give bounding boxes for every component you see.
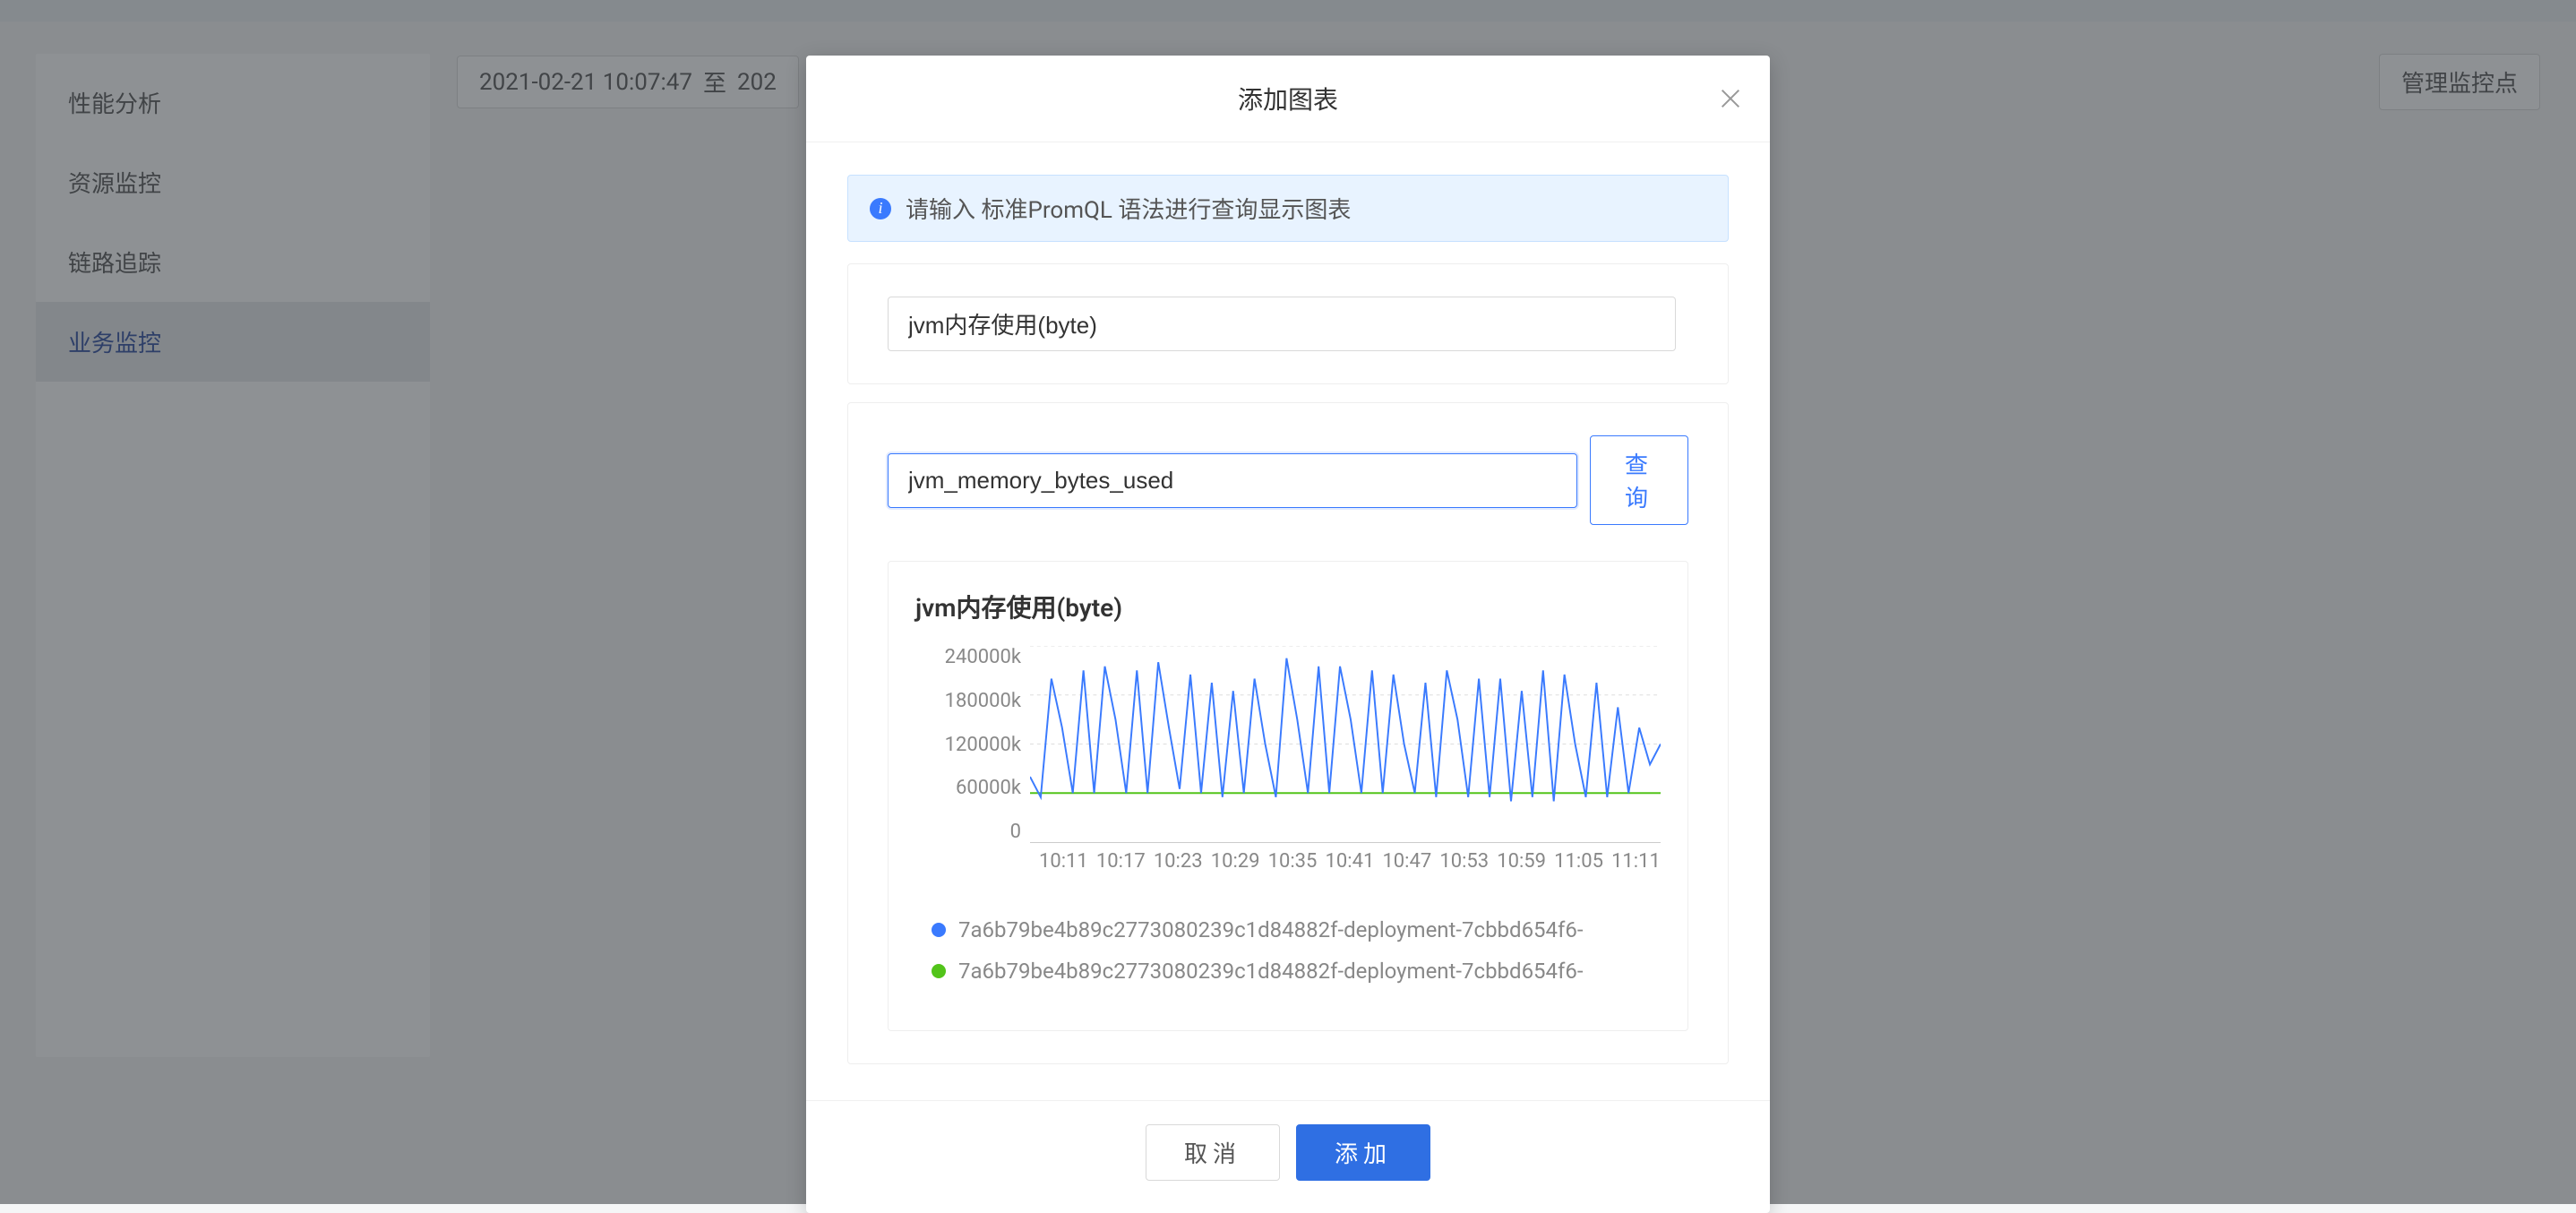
y-tick: 180000k [945,690,1021,712]
cancel-button[interactable]: 取消 [1146,1124,1280,1181]
modal-body: i 请输入 标准PromQL 语法进行查询显示图表 查询 jvm内存使用(byt… [806,142,1770,1101]
close-icon[interactable] [1716,84,1745,113]
modal-footer: 取消 添加 [806,1101,1770,1213]
y-tick: 120000k [945,734,1021,756]
y-tick: 240000k [945,646,1021,668]
x-tick: 11:11 [1611,850,1661,873]
modal-header: 添加图表 [806,56,1770,142]
info-banner: i 请输入 标准PromQL 语法进行查询显示图表 [847,175,1729,242]
x-tick: 10:59 [1497,850,1546,873]
x-tick: 10:11 [1039,850,1088,873]
chart-preview: jvm内存使用(byte) 240000k 180000k 120000k 60000… [888,561,1688,1031]
chart-title: jvm内存使用(byte) [915,589,1661,624]
chart-plot: 240000k 180000k 120000k 60000k 0 [915,646,1661,843]
chart-name-input[interactable] [888,297,1676,351]
x-tick: 10:53 [1439,850,1489,873]
query-row: 查询 [888,435,1688,525]
legend-color-dot [932,964,946,978]
x-tick: 10:17 [1096,850,1146,873]
confirm-button[interactable]: 添加 [1296,1124,1430,1181]
x-tick: 10:47 [1382,850,1431,873]
legend-label: 7a6b79be4b89c2773080239c1d84882f-deploym… [958,917,1584,942]
info-text: 请输入 标准PromQL 语法进行查询显示图表 [906,192,1351,225]
x-tick: 10:29 [1211,850,1260,873]
add-chart-modal: 添加图表 i 请输入 标准PromQL 语法进行查询显示图表 查询 jvm内存使… [806,56,1770,1213]
promql-input[interactable] [888,453,1577,508]
legend-color-dot [932,923,946,937]
legend-item[interactable]: 7a6b79be4b89c2773080239c1d84882f-deploym… [932,917,1661,942]
y-tick: 0 [1010,821,1021,843]
info-icon: i [870,198,891,219]
chart-legend: 7a6b79be4b89c2773080239c1d84882f-deploym… [915,917,1661,984]
query-section: 查询 jvm内存使用(byte) 240000k 180000k 120000k 60… [847,402,1729,1064]
legend-item[interactable]: 7a6b79be4b89c2773080239c1d84882f-deploym… [932,959,1661,984]
x-tick: 10:23 [1154,850,1203,873]
query-button[interactable]: 查询 [1590,435,1688,525]
plot-area [1030,646,1661,843]
x-tick: 10:35 [1268,850,1318,873]
x-tick: 11:05 [1554,850,1603,873]
x-axis: 10:11 10:17 10:23 10:29 10:35 10:41 10:47 10:53… [915,843,1661,873]
modal-title: 添加图表 [1238,85,1338,115]
chart-name-section [847,263,1729,384]
legend-label: 7a6b79be4b89c2773080239c1d84882f-deploym… [958,959,1584,984]
x-tick: 10:41 [1326,850,1375,873]
y-axis: 240000k 180000k 120000k 60000k 0 [915,646,1030,843]
y-tick: 60000k [956,777,1021,799]
